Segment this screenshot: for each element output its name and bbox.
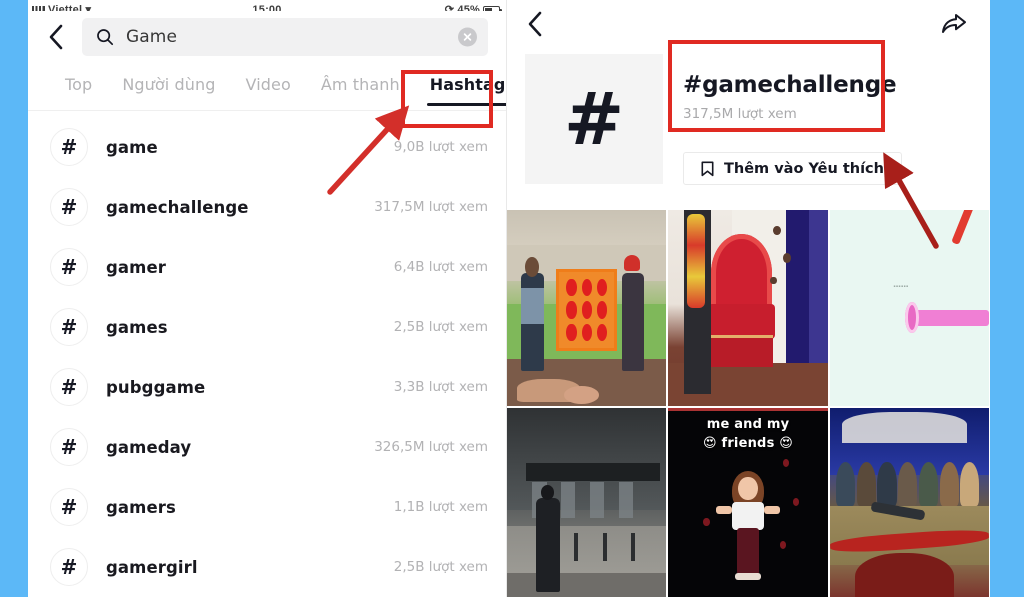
video-thumbnail[interactable] [668,210,828,406]
tab-hashtag[interactable]: Hashtag [415,75,506,106]
list-item[interactable]: # game 9,0B lượt xem [28,117,506,177]
hashtag-views: 326,5M lượt xem [374,439,488,455]
hashtag-views: 317,5M lượt xem [374,199,488,215]
status-bar: Viettel ▾ 15:00 ⟳ 45% [28,0,506,11]
screenshot-root: Viettel ▾ 15:00 ⟳ 45% Game Top Người dùn… [0,0,1024,597]
page-title: #gamechallenge [683,72,897,98]
add-to-favorites-label: Thêm vào Yêu thích [724,160,884,177]
list-item[interactable]: # pubggame 3,3B lượt xem [28,357,506,417]
back-chevron-icon[interactable] [527,10,553,38]
list-item[interactable]: # gameday 326,5M lượt xem [28,417,506,477]
video-caption-line1: me and my [706,417,790,432]
video-thumbnail[interactable] [829,408,989,597]
hashtag-view-count: 317,5M lượt xem [683,106,797,122]
hashtag-views: 1,1B lượt xem [393,499,488,515]
phone-canvas: Viettel ▾ 15:00 ⟳ 45% Game Top Người dùn… [28,0,990,597]
share-arrow-icon[interactable] [937,10,967,38]
hashtag-name: gameday [106,437,192,457]
hashtag-views: 6,4B lượt xem [393,259,488,275]
list-item[interactable]: # games 2,5B lượt xem [28,297,506,357]
tab-hashtag-label: Hashtag [429,75,506,94]
search-row: Game [28,11,506,63]
video-thumbnail-grid: ▪▪▪▪▪▪ me and my 😍 friends 😍 [507,210,989,597]
bookmark-icon [701,161,714,176]
hashtag-result-list: # game 9,0B lượt xem # gamechallenge 317… [28,111,506,597]
video-thumbnail[interactable]: me and my 😍 friends 😍 [668,408,828,597]
hash-icon: # [50,188,88,226]
tab-sounds[interactable]: Âm thanh [306,75,415,94]
hash-icon: # [50,248,88,286]
search-results-panel: Viettel ▾ 15:00 ⟳ 45% Game Top Người dùn… [28,0,507,597]
hashtag-detail-panel: # #gamechallenge 317,5M lượt xem Thêm và… [507,0,989,597]
clear-circle-icon[interactable] [458,27,477,47]
status-time: 15:00 [252,4,282,11]
hash-icon: # [50,488,88,526]
list-item[interactable]: # gamer 6,4B lượt xem [28,237,506,297]
frame-right-rail [990,0,1024,597]
hashtag-header: # #gamechallenge 317,5M lượt xem Thêm và… [507,44,989,185]
battery-icon [483,6,502,11]
search-tabs: Top Người dùng Video Âm thanh Hashtag [28,63,506,111]
back-chevron-icon[interactable] [42,22,68,52]
video-caption-line2: 😍 friends 😍 [702,436,793,451]
tab-users[interactable]: Người dùng [107,75,230,94]
video-thumbnail[interactable] [507,210,667,406]
hash-icon: # [50,368,88,406]
hashtag-name: gamergirl [106,557,198,577]
hashtag-name: gamechallenge [106,197,249,217]
hashtag-name: gamer [106,257,166,277]
hashtag-avatar: # [525,54,663,184]
hashtag-info: #gamechallenge 317,5M lượt xem Thêm vào … [683,54,971,185]
hash-icon: # [50,128,88,166]
hashtag-name: games [106,317,168,337]
hashtag-views: 3,3B lượt xem [393,379,488,395]
hashtag-views: 2,5B lượt xem [393,559,488,575]
search-value: Game [126,27,178,47]
tabs-divider [28,110,506,111]
hashtag-views: 9,0B lượt xem [393,139,488,155]
status-carrier: Viettel ▾ [32,3,91,11]
tab-top[interactable]: Top [50,75,107,94]
list-item[interactable]: # gamers 1,1B lượt xem [28,477,506,537]
video-thumbnail[interactable] [507,408,667,597]
hashtag-name: game [106,137,158,157]
hashtag-name: pubggame [106,377,206,397]
list-item[interactable]: # gamergirl 2,5B lượt xem [28,537,506,597]
hash-icon: # [50,428,88,466]
detail-topbar [507,0,989,44]
hashtag-views: 2,5B lượt xem [393,319,488,335]
search-icon [97,29,114,46]
list-item[interactable]: # gamechallenge 317,5M lượt xem [28,177,506,237]
tab-video[interactable]: Video [231,75,306,94]
tab-active-underline [426,103,506,106]
signal-bars-icon [32,6,45,11]
video-thumbnail[interactable]: ▪▪▪▪▪▪ [829,210,989,406]
status-battery: ⟳ 45% [445,3,502,11]
frame-left-rail [0,0,28,597]
search-input[interactable]: Game [82,18,488,56]
hashtag-name: gamers [106,497,176,517]
hash-icon: # [50,308,88,346]
hash-icon: # [50,548,88,586]
add-to-favorites-button[interactable]: Thêm vào Yêu thích [683,152,902,185]
